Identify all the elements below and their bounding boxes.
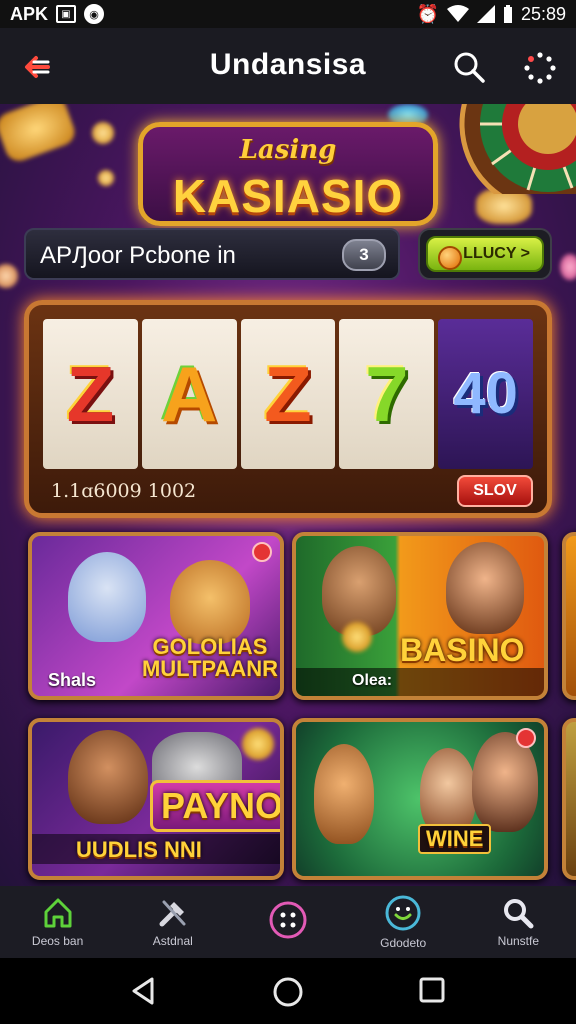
- roulette-wheel-icon: [459, 104, 576, 194]
- game-card-title: GOLOLIAS MULTPAANR: [141, 634, 279, 681]
- logo-title: KASIASIO: [172, 170, 404, 222]
- tools-icon: [159, 900, 186, 927]
- search-icon: [504, 899, 534, 929]
- game-card[interactable]: WINE: [292, 718, 548, 880]
- promo-text: APԒoor Pcbone in: [40, 242, 236, 269]
- logo-subtitle: Lasing: [239, 135, 337, 165]
- status-right: ⏰ 25:89: [417, 4, 566, 25]
- nav-item-profile[interactable]: Gdodeto: [353, 886, 453, 958]
- slot-reel: Z: [43, 319, 138, 469]
- coin-decoration: [92, 122, 114, 144]
- lucky-button-label: LLUCY >: [463, 245, 530, 262]
- nav-item-center[interactable]: [238, 886, 338, 958]
- nav-item-home[interactable]: Deos ban: [8, 886, 108, 958]
- app-bar: Undansisa: [0, 28, 576, 104]
- reel-symbol: 40: [453, 361, 518, 426]
- character-woman-image: [420, 748, 476, 836]
- recents-square-icon[interactable]: [418, 976, 446, 1004]
- game-card[interactable]: GOLOLIAS MULTPAANR Shals: [28, 532, 284, 700]
- promo-count-badge: 3: [342, 239, 386, 271]
- nav-label: Astdnal: [152, 934, 193, 948]
- game-card-subtitle: Olea:: [296, 668, 544, 696]
- slot-reels: Z A Z 7 40: [43, 319, 533, 469]
- game-card-title: WINE: [418, 824, 492, 854]
- lucky-button[interactable]: LLUCY >: [426, 236, 544, 272]
- slot-balance: 1.1ɑ6009 1002: [51, 480, 197, 502]
- notification-badge: [516, 728, 536, 748]
- game-card-title: PAYNO: [150, 780, 280, 832]
- character-wolf-image: [68, 552, 146, 642]
- character-fox-image: [314, 744, 374, 844]
- slot-reel: 40: [438, 319, 533, 469]
- signal-icon: [476, 5, 495, 23]
- battery-icon: [503, 5, 512, 23]
- coin-decoration: [98, 170, 114, 186]
- slot-reel: 7: [339, 319, 435, 469]
- app-title: Undansisa: [209, 48, 367, 81]
- reel-symbol: Z: [264, 350, 312, 438]
- character-man-image: [68, 730, 148, 824]
- alarm-icon: ⏰: [416, 3, 439, 24]
- slot-machine[interactable]: Z A Z 7 40 1.1ɑ6009 1002 SLOV: [24, 300, 552, 518]
- game-card-partial[interactable]: [562, 532, 576, 700]
- reel-symbol: 7: [365, 350, 409, 438]
- game-card-title: BASINO: [400, 632, 525, 668]
- casino-home: Lasing KASIASIO APԒoor Pcbone in 3 LLUCY…: [0, 104, 576, 886]
- character-man-image: [446, 542, 524, 634]
- promo-bar[interactable]: APԒoor Pcbone in 3: [24, 228, 400, 280]
- bottom-navigation: Deos ban Astdnal Gdodeto Nunstfe: [0, 886, 576, 958]
- character-dog-image: [170, 560, 250, 644]
- back-triangle-icon[interactable]: [128, 976, 158, 1006]
- reel-symbol: A: [161, 350, 218, 438]
- search-icon[interactable]: [452, 50, 486, 84]
- game-card-partial[interactable]: [562, 718, 576, 880]
- reel-symbol: Z: [66, 350, 115, 438]
- grid-circle-icon: [269, 901, 307, 939]
- image-notification-icon: ▣: [56, 5, 77, 23]
- notification-badge: [252, 542, 272, 562]
- notification-circle-icon: ◉: [84, 4, 105, 24]
- system-navigation-bar: [0, 958, 576, 1024]
- slot-reel: Z: [240, 319, 336, 469]
- clock: 25:89: [520, 3, 566, 24]
- coin-decoration: [0, 264, 18, 288]
- lucky-button-frame: LLUCY >: [418, 228, 552, 280]
- status-app-label: APK: [10, 3, 49, 24]
- loading-dots-icon[interactable]: [522, 50, 558, 86]
- coin-decoration: [0, 104, 79, 165]
- coin-icon: [342, 622, 372, 652]
- smile-icon: [385, 895, 421, 931]
- game-card[interactable]: PAYNO UUDLIS NNI: [28, 718, 284, 880]
- status-left: APK ▣ ◉: [10, 3, 105, 25]
- wifi-icon: [446, 5, 469, 22]
- nav-item-search[interactable]: Nunstfe: [468, 886, 568, 958]
- slot-reel: A: [141, 319, 237, 469]
- nav-label: Nunstfe: [497, 934, 540, 948]
- casino-logo: Lasing KASIASIO: [138, 122, 438, 226]
- game-card-subtitle: UUDLIS NNI: [32, 834, 280, 864]
- nav-label: Gdodeto: [380, 936, 427, 950]
- nav-label: Deos ban: [31, 934, 84, 948]
- coin-decoration: [560, 254, 576, 280]
- status-bar: APK ▣ ◉ ⏰ 25:89: [0, 0, 576, 28]
- home-circle-icon[interactable]: [272, 976, 304, 1008]
- game-card[interactable]: BASINO Olea:: [292, 532, 548, 700]
- slot-footer: 1.1ɑ6009 1002 SLOV: [43, 473, 533, 509]
- coin-icon: [242, 728, 274, 760]
- coin-icon: [438, 246, 462, 270]
- home-icon: [44, 898, 72, 928]
- spin-button[interactable]: SLOV: [457, 475, 533, 507]
- game-card-subtitle: Shals: [48, 670, 97, 690]
- nav-item-tools[interactable]: Astdnal: [123, 886, 223, 958]
